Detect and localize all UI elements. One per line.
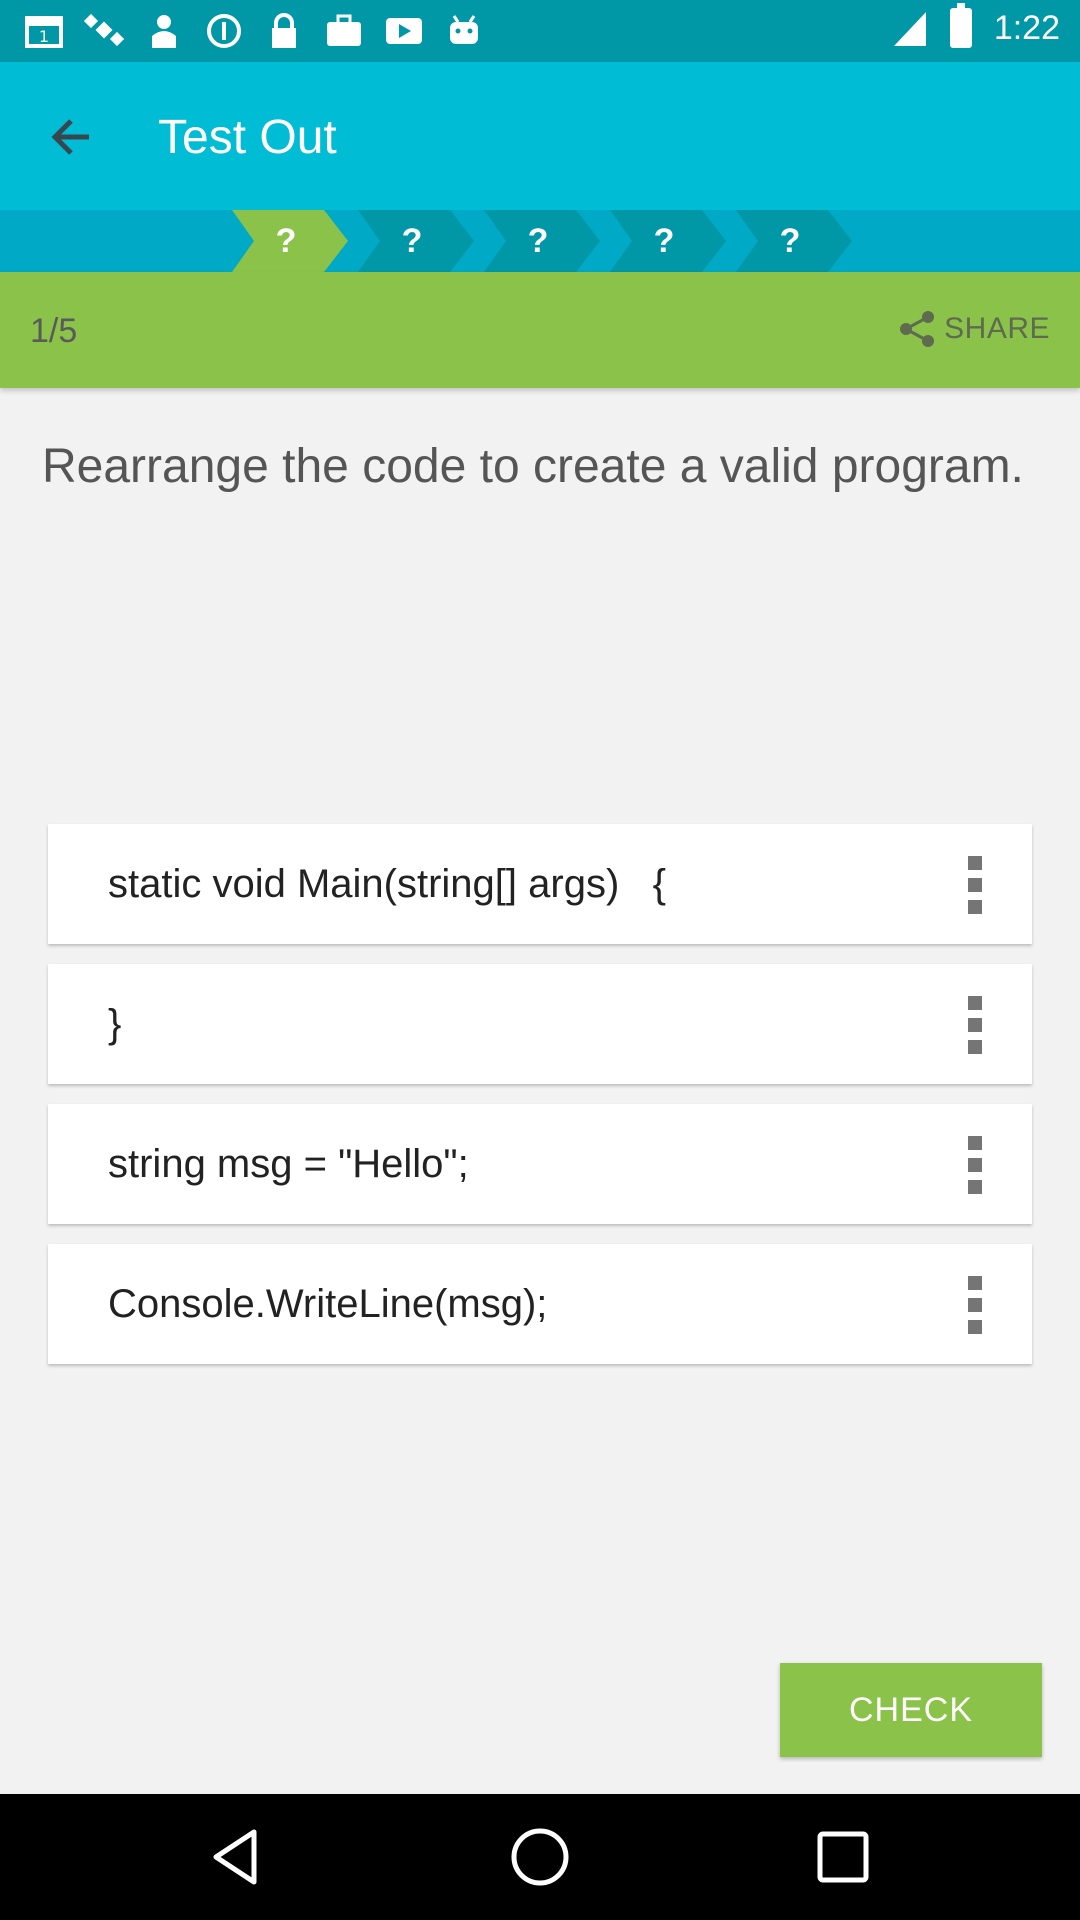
system-indicators: 1:22 <box>892 3 1060 48</box>
code-block-list: static void Main(string[] args) { } stri… <box>48 824 1032 1384</box>
code-line: static void Main(string[] args) { <box>108 862 666 906</box>
android-icon <box>444 12 484 50</box>
signal-icon <box>893 12 926 46</box>
step-label: ? <box>527 222 549 260</box>
step-label: ? <box>653 222 675 260</box>
step-5[interactable]: ? <box>736 210 852 272</box>
question-progress: 1/5 <box>30 312 78 350</box>
notification-icons: 1 <box>24 12 484 50</box>
code-line: } <box>108 1002 122 1046</box>
drag-handle-icon[interactable] <box>968 1136 984 1194</box>
info-icon <box>204 12 244 50</box>
step-1[interactable]: ? <box>232 210 348 272</box>
location-icon <box>144 12 184 50</box>
status-time: 1:22 <box>993 8 1060 47</box>
calendar-icon: 1 <box>24 12 64 50</box>
step-label: ? <box>275 222 297 260</box>
play-icon <box>384 12 424 50</box>
code-line: string msg = "Hello"; <box>108 1142 469 1186</box>
arrow-back-icon <box>51 119 89 155</box>
code-line: Console.WriteLine(msg); <box>108 1282 548 1326</box>
question-step-tracker: ? ? ? ? ? <box>0 210 1080 272</box>
share-button[interactable]: SHARE <box>896 308 1050 350</box>
code-block[interactable]: static void Main(string[] args) { <box>48 824 1032 944</box>
recents-nav-icon[interactable] <box>810 1824 876 1890</box>
back-button[interactable] <box>36 102 106 172</box>
code-block[interactable]: } <box>48 964 1032 1084</box>
battery-icon <box>949 3 972 48</box>
drag-handle-icon[interactable] <box>968 996 984 1054</box>
page-title: Test Out <box>158 111 337 164</box>
step-2[interactable]: ? <box>358 210 474 272</box>
step-label: ? <box>779 222 801 260</box>
app-bar: Test Out <box>0 62 1080 210</box>
drag-handle-icon[interactable] <box>968 856 984 914</box>
step-label: ? <box>401 222 423 260</box>
code-block[interactable]: Console.WriteLine(msg); <box>48 1244 1032 1364</box>
satellite-icon <box>83 12 125 50</box>
score-bar: 1/5 SHARE <box>0 272 1080 388</box>
navigation-bar <box>0 1794 1080 1920</box>
step-3[interactable]: ? <box>484 210 600 272</box>
lock-icon <box>264 12 304 50</box>
code-block[interactable]: string msg = "Hello"; <box>48 1104 1032 1224</box>
question-text: Rearrange the code to create a valid pro… <box>42 440 1024 493</box>
svg-text:1: 1 <box>39 27 49 46</box>
check-button[interactable]: CHECK <box>780 1663 1042 1757</box>
share-icon <box>900 311 935 347</box>
share-label: SHARE <box>944 312 1050 345</box>
back-nav-icon[interactable] <box>204 1824 270 1890</box>
status-bar: 1 1:22 <box>0 0 1080 62</box>
briefcase-icon <box>324 12 364 50</box>
drag-handle-icon[interactable] <box>968 1276 984 1334</box>
home-nav-icon[interactable] <box>507 1824 573 1890</box>
step-4[interactable]: ? <box>610 210 726 272</box>
